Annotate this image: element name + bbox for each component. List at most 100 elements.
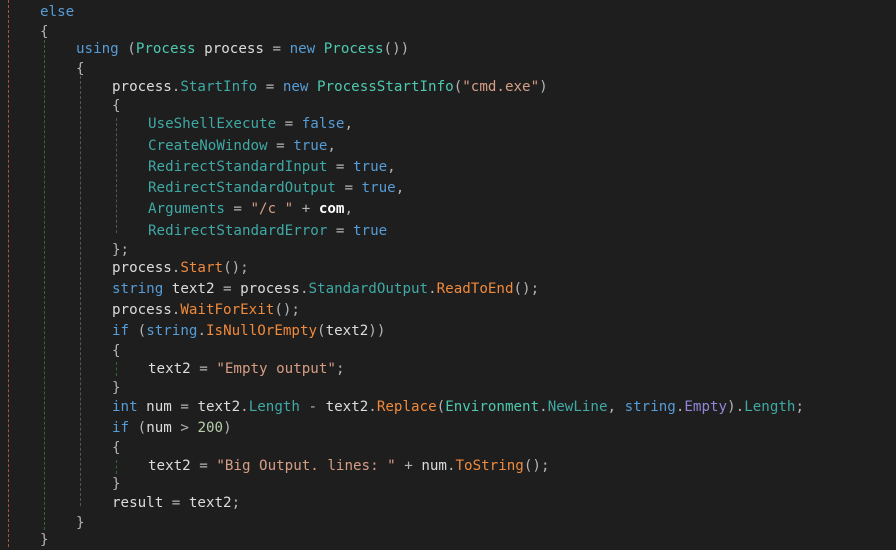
code-token: . [446,458,456,474]
code-token: "Big Output. lines: " [216,458,396,474]
code-token: 200 [197,420,224,436]
indent-guide [44,40,45,530]
code-token: false [301,116,345,132]
code-token: text2 [163,281,224,297]
code-token: Environment [445,399,540,415]
code-token: { [112,440,121,456]
code-token: ( [129,323,147,339]
code-line[interactable]: }; [112,240,129,260]
code-token: RedirectStandardInput [148,159,328,175]
indent-guide [8,0,9,547]
code-token: . [539,399,548,415]
code-token: + [293,201,319,217]
code-line[interactable]: process.Start(); [112,258,249,278]
code-line[interactable]: using (Process process = new Process()) [76,39,409,59]
code-token: ( [453,79,463,95]
code-line[interactable]: { [40,22,49,42]
code-token: num [137,399,181,415]
code-token: process [240,281,300,297]
code-token: RedirectStandardError [148,223,328,239]
code-token: text2 [148,458,191,474]
code-line[interactable]: RedirectStandardInput = true, [148,157,396,177]
code-line[interactable]: if (string.IsNullOrEmpty(text2)) [112,321,385,341]
code-line[interactable]: string text2 = process.StandardOutput.Re… [112,279,539,299]
code-token: UseShellExecute [148,116,277,132]
code-token: CreateNoWindow [148,138,268,154]
code-token: if [112,323,130,339]
code-token: , [327,138,336,154]
code-token: "/c " [250,201,294,217]
code-token: text2 [148,361,191,377]
code-token: )) [368,323,386,339]
code-token: WaitForExit [180,302,275,318]
code-token: string [112,281,164,297]
code-token: } [40,532,49,548]
code-line[interactable]: Arguments = "/c " + com, [148,199,353,219]
code-token: int [112,399,138,415]
code-line[interactable]: result = text2; [112,493,240,513]
code-token: true [353,223,388,239]
code-token: process [112,302,172,318]
code-token: = [327,159,353,175]
code-line[interactable]: process.StartInfo = new ProcessStartInfo… [112,77,548,97]
code-token: StartInfo [180,79,258,95]
code-token: = [272,41,290,57]
code-line[interactable]: } [40,530,49,550]
code-token: . [428,281,437,297]
code-line[interactable]: else [40,2,74,22]
code-token: { [112,98,121,114]
code-line[interactable]: RedirectStandardError = true [148,221,387,241]
code-token: ; [231,495,241,511]
code-token: . [240,399,249,415]
code-token: - [299,399,326,415]
code-token: ) [223,420,232,436]
code-line[interactable]: UseShellExecute = false, [148,114,353,134]
code-token: . [368,399,377,415]
code-line[interactable]: { [112,341,121,361]
code-token: Length [744,399,796,415]
code-token: = [224,201,251,217]
code-line[interactable]: } [112,474,121,494]
code-token: = [223,281,241,297]
code-token: { [112,343,121,359]
code-line[interactable]: { [112,96,121,116]
code-token: process [112,260,172,276]
code-line[interactable]: RedirectStandardOutput = true, [148,178,404,198]
code-token: ReadToEnd [436,281,514,297]
indent-guide [116,118,117,233]
code-line[interactable]: { [76,59,85,79]
code-line[interactable]: int num = text2.Length - text2.Replace(E… [112,397,804,417]
code-token: = [190,458,217,474]
code-token: ( [436,399,446,415]
code-token: ( [129,420,147,436]
code-token: , [607,399,625,415]
code-line[interactable]: CreateNoWindow = true, [148,136,336,156]
code-token: = [190,361,217,377]
code-token: { [40,24,49,40]
code-token: ) [539,79,548,95]
code-line[interactable]: } [112,378,121,398]
code-line[interactable]: text2 = "Big Output. lines: " + num.ToSt… [148,456,549,476]
code-token: , [387,159,396,175]
code-token: true [293,138,328,154]
code-line[interactable]: if (num > 200) [112,418,232,438]
code-token: text2 [188,495,232,511]
code-token: text2 [325,399,369,415]
code-line[interactable]: process.WaitForExit(); [112,300,300,320]
code-line[interactable]: { [112,438,121,458]
code-token: num [146,420,172,436]
code-token: using [76,41,119,57]
code-token: ToString [455,458,524,474]
code-token: Empty [684,399,728,415]
code-token: , [344,201,354,217]
code-token: result [112,495,164,511]
code-token: text2 [197,399,241,415]
code-token: ( [118,41,136,57]
code-line[interactable]: text2 = "Empty output"; [148,359,344,379]
code-token: } [112,380,121,396]
indent-guide [80,76,81,506]
code-line[interactable]: } [76,513,85,533]
code-token: "cmd.exe" [462,79,540,95]
